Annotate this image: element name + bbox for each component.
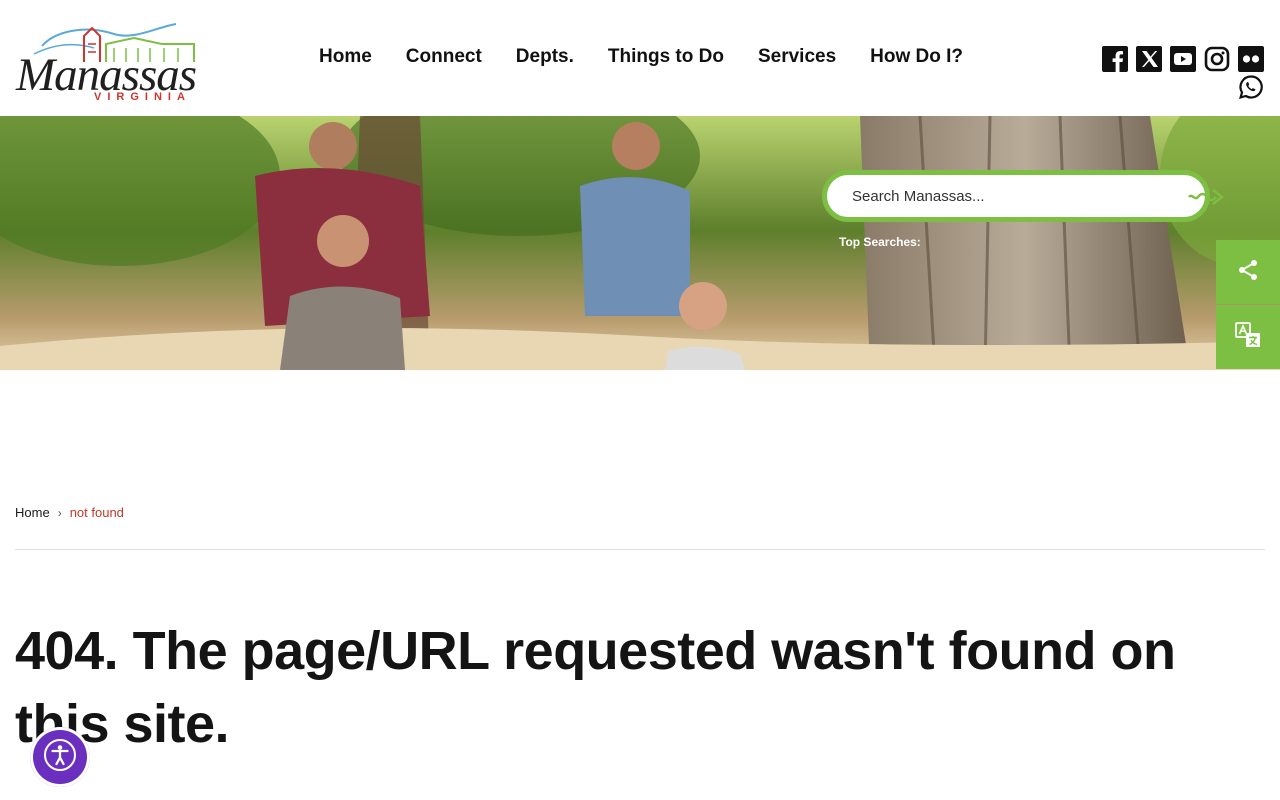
page-title: 404. The page/URL requested wasn't found… — [15, 621, 1176, 754]
x-twitter-icon[interactable] — [1136, 46, 1162, 72]
main-nav: Home Connect Depts. Things to Do Service… — [302, 44, 980, 70]
nav-item-connect[interactable]: Connect — [389, 44, 499, 70]
top-searches-label: Top Searches: — [839, 235, 921, 249]
nav-item-services[interactable]: Services — [741, 44, 853, 70]
search-input[interactable] — [852, 187, 1132, 205]
site-header: Manassas VIRGINIA Home Connect Depts. Th… — [0, 0, 1280, 116]
instagram-icon[interactable] — [1204, 46, 1230, 72]
share-button[interactable] — [1216, 240, 1280, 304]
flickr-icon[interactable] — [1238, 46, 1264, 72]
facebook-icon[interactable] — [1102, 46, 1128, 72]
accessibility-widget-button[interactable] — [30, 727, 90, 787]
whatsapp-icon[interactable] — [1238, 74, 1264, 100]
youtube-icon[interactable] — [1170, 46, 1196, 72]
accessibility-icon — [42, 737, 78, 778]
nav-item-how-do-i[interactable]: How Do I? — [853, 44, 980, 70]
breadcrumb: Home › not found — [15, 505, 124, 520]
nav-item-depts[interactable]: Depts. — [499, 44, 591, 70]
breadcrumb-divider — [15, 549, 1265, 550]
breadcrumb-home-link[interactable]: Home — [15, 505, 50, 520]
search-bar — [822, 170, 1225, 222]
site-logo[interactable]: Manassas VIRGINIA — [14, 14, 204, 104]
nav-item-home[interactable]: Home — [302, 44, 389, 70]
nav-item-things-to-do[interactable]: Things to Do — [591, 44, 741, 70]
breadcrumb-current: not found — [69, 505, 124, 520]
translate-button[interactable] — [1216, 305, 1280, 369]
social-links — [1102, 46, 1272, 99]
logo-subtitle: VIRGINIA — [94, 91, 191, 103]
breadcrumb-separator: › — [57, 505, 62, 520]
translate-icon — [1234, 321, 1262, 354]
hero-banner: Top Searches: — [0, 116, 1280, 370]
hero-photo-family — [0, 116, 1280, 370]
share-icon — [1236, 258, 1260, 287]
